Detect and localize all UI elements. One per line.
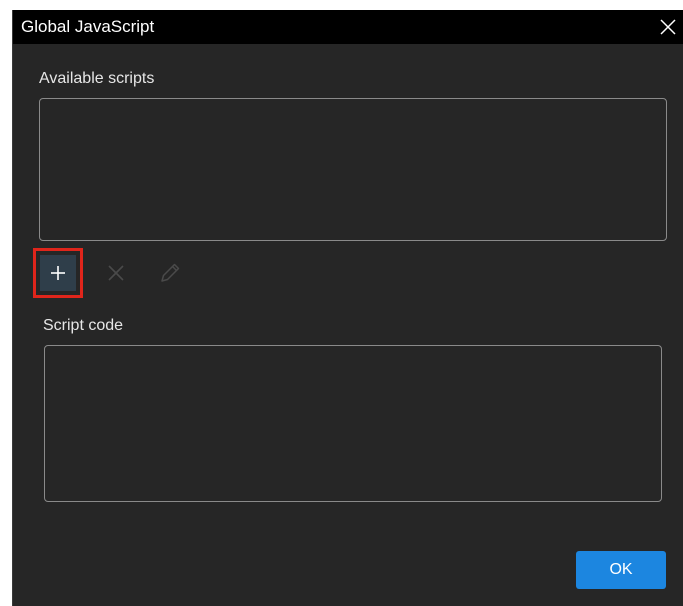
available-scripts-list[interactable] [39,98,667,241]
script-code-editor[interactable] [44,345,662,502]
edit-script-button[interactable] [145,248,195,298]
add-script-button[interactable] [33,248,83,298]
add-script-button-face[interactable] [40,255,76,291]
x-icon [108,265,124,281]
close-button[interactable] [656,15,680,39]
dialog-titlebar: Global JavaScript [13,10,683,44]
script-code-label: Script code [43,317,124,334]
remove-script-button[interactable] [91,248,141,298]
global-javascript-dialog: Global JavaScript Available scripts Scri… [12,10,683,606]
dialog-title: Global JavaScript [21,17,155,36]
close-icon [660,19,676,35]
ok-button[interactable]: OK [576,551,666,589]
available-scripts-label: Available scripts [39,70,155,87]
plus-icon [51,266,65,280]
pencil-icon [161,263,180,282]
